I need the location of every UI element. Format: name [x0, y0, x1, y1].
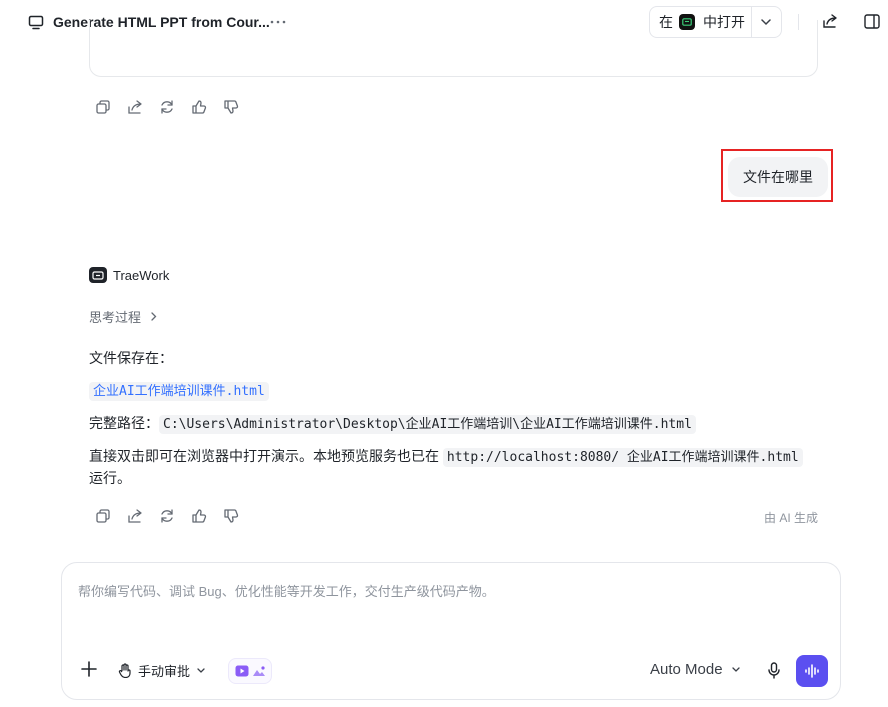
- mic-icon[interactable]: [767, 662, 781, 679]
- video-icon: [235, 665, 249, 677]
- thumbs-down-icon[interactable]: [223, 99, 239, 115]
- chevron-down-icon: [196, 667, 206, 674]
- thumbs-up-icon[interactable]: [191, 99, 207, 115]
- file-link-row: 企业AI工作端培训课件.html: [89, 380, 269, 401]
- ai-generated-label: 由 AI 生成: [764, 511, 819, 525]
- response-line-1: 文件保存在：: [89, 350, 173, 366]
- chevron-right-icon: [151, 312, 157, 321]
- preview-url-code: http://localhost:8080/ 企业AI工作端培训课件.html: [442, 448, 803, 467]
- approve-label: 手动审批: [138, 664, 191, 679]
- mode-label: Auto Mode: [650, 661, 723, 678]
- share-icon[interactable]: [822, 14, 838, 29]
- copy-icon[interactable]: [95, 508, 111, 524]
- path-row: 完整路径： C:\Users\Administrator\Desktop\企业AI…: [89, 413, 696, 434]
- voice-input-button[interactable]: [796, 655, 828, 687]
- hand-icon: [118, 663, 132, 678]
- thumbs-down-icon[interactable]: [223, 508, 239, 524]
- path-label: 完整路径：: [89, 415, 159, 431]
- plus-icon[interactable]: [80, 660, 98, 678]
- monitor-icon: [28, 15, 44, 30]
- agent-icon: [89, 267, 107, 283]
- copy-icon[interactable]: [95, 99, 111, 115]
- media-button[interactable]: [228, 658, 272, 684]
- reply-icon[interactable]: [127, 508, 143, 524]
- thinking-label: 思考过程: [89, 310, 142, 325]
- thumbs-up-icon[interactable]: [191, 508, 207, 524]
- manual-approval-dropdown[interactable]: 手动审批: [118, 661, 206, 680]
- agent-name: TraeWork: [113, 268, 170, 283]
- reply-icon[interactable]: [127, 99, 143, 115]
- voice-wave-icon: [804, 664, 820, 678]
- refresh-icon[interactable]: [159, 508, 175, 524]
- preview-suffix: 运行。: [89, 470, 131, 486]
- preview-row: 直接双击即可在浏览器中打开演示。本地预览服务也已在 http://localho…: [89, 446, 803, 467]
- image-icon: [252, 665, 266, 677]
- message-actions: [95, 99, 239, 115]
- refresh-icon[interactable]: [159, 99, 175, 115]
- thinking-toggle[interactable]: 思考过程: [89, 307, 157, 326]
- mode-dropdown[interactable]: Auto Mode: [650, 661, 741, 678]
- message-actions: [95, 508, 239, 524]
- chevron-down-icon: [731, 666, 741, 673]
- file-link[interactable]: 企业AI工作端培训课件.html: [89, 382, 269, 401]
- preview-text: 直接双击即可在浏览器中打开演示。本地预览服务也已在: [89, 448, 439, 464]
- composer-placeholder[interactable]: 帮你编写代码、调试 Bug、优化性能等开发工作，交付生产级代码产物。: [78, 581, 495, 600]
- highlight-box: [721, 149, 833, 202]
- path-code: C:\Users\Administrator\Desktop\企业AI工作端培训…: [159, 415, 696, 434]
- sidebar-toggle-icon[interactable]: [864, 14, 880, 29]
- previous-message-card: [89, 20, 818, 77]
